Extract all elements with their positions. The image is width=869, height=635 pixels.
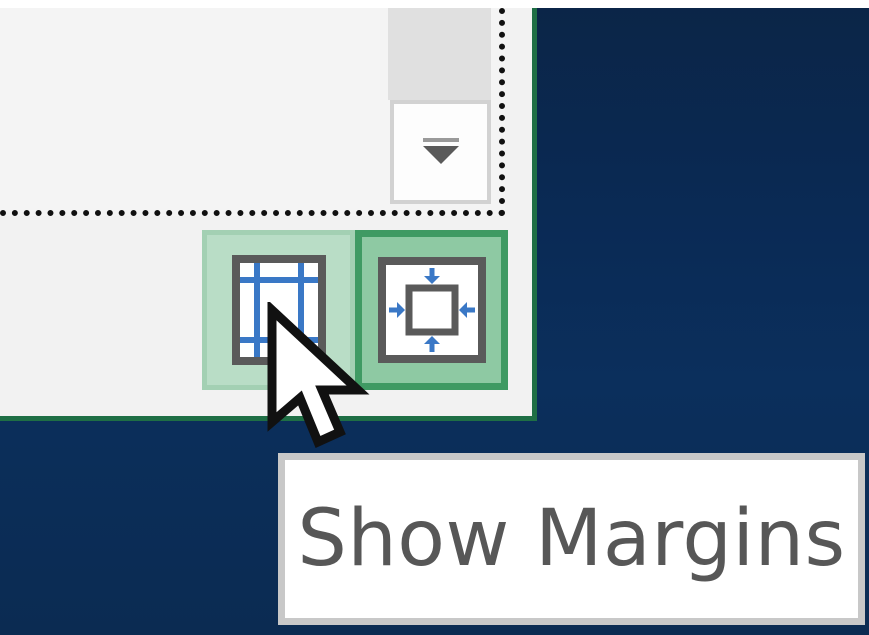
triangle-down-icon xyxy=(422,138,459,164)
scrollbar-track[interactable] xyxy=(388,8,491,100)
background-strip xyxy=(0,0,869,8)
margins-grid-icon xyxy=(231,255,326,365)
page-preview-area xyxy=(0,8,505,216)
zoom-to-page-icon xyxy=(377,257,486,363)
scroll-down-button[interactable] xyxy=(390,100,491,204)
show-margins-button[interactable] xyxy=(202,230,355,390)
tooltip-text: Show Margins xyxy=(297,494,846,584)
zoom-to-page-button[interactable] xyxy=(355,230,508,390)
tooltip: Show Margins xyxy=(278,453,865,625)
